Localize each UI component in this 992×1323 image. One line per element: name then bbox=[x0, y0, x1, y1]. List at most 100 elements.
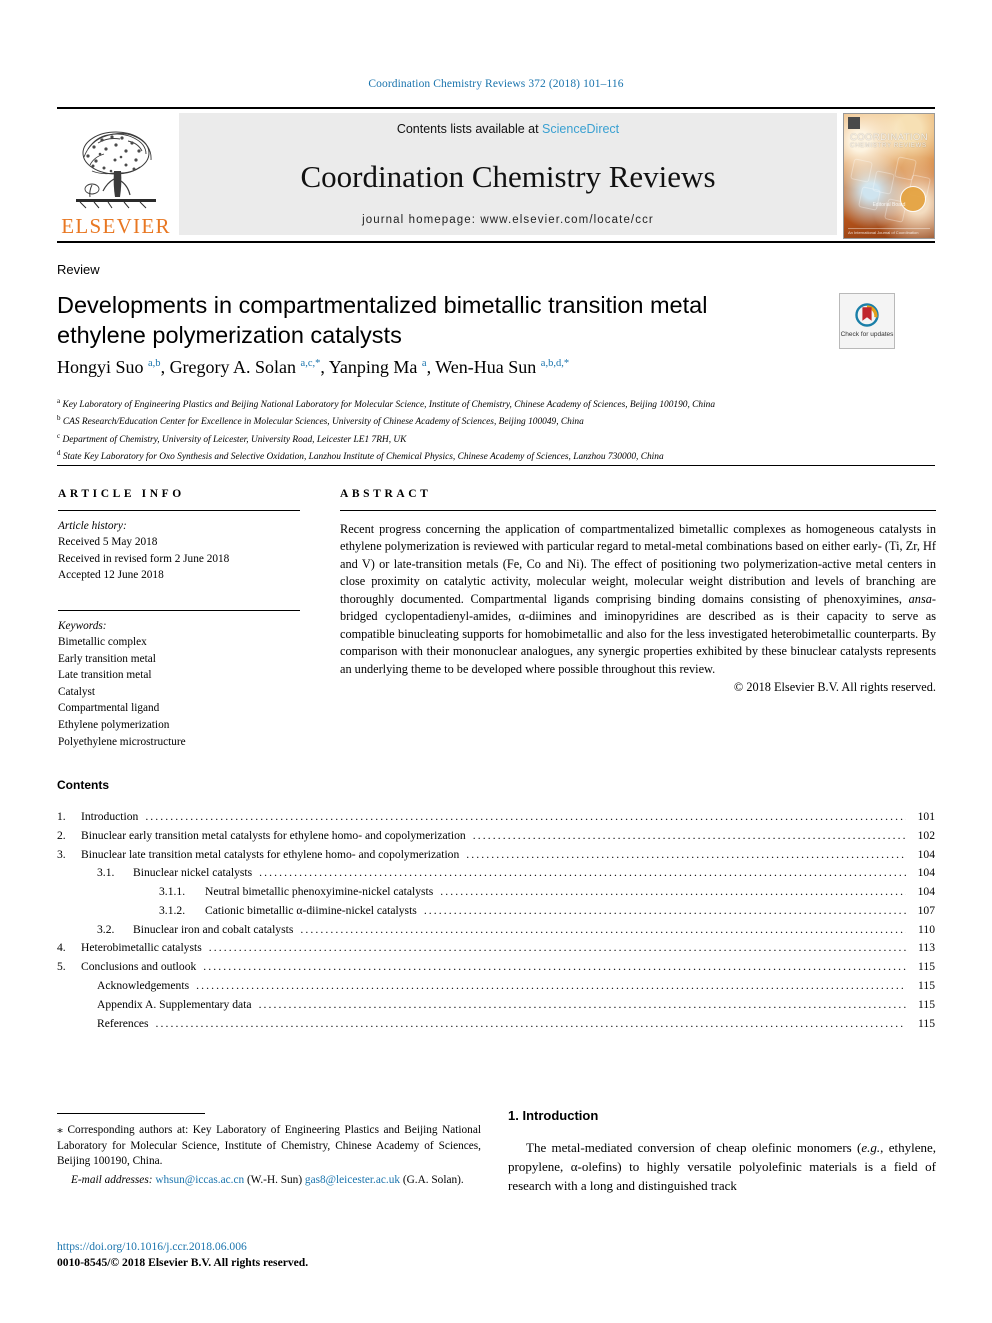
paper-page: Coordination Chemistry Reviews 372 (2018… bbox=[0, 0, 992, 1323]
toc-entry-label: Binuclear early transition metal catalys… bbox=[81, 828, 466, 842]
toc-entry-page: 110 bbox=[918, 922, 935, 936]
toc-entry[interactable]: 5. Conclusions and outlook...............… bbox=[57, 958, 935, 977]
toc-entry[interactable]: 2. Binuclear early transition metal catal… bbox=[57, 827, 935, 846]
toc-entry[interactable]: 3.1.1. Neutral bimetallic phenoxyimine-ni… bbox=[57, 883, 935, 902]
introduction-heading: 1. Introduction bbox=[508, 1108, 599, 1123]
toc-entry[interactable]: 3.1. Binuclear nickel catalysts..........… bbox=[57, 864, 935, 883]
toc-entry-number: 5. bbox=[57, 960, 66, 974]
journal-homepage-link[interactable]: journal homepage: www.elsevier.com/locat… bbox=[362, 214, 654, 226]
footnote-block: ⁎ Corresponding authors at: Key Laborato… bbox=[57, 1113, 481, 1188]
toc-entry-page: 115 bbox=[918, 979, 935, 993]
issn-copyright-line: 0010-8545/© 2018 Elsevier B.V. All right… bbox=[57, 1255, 309, 1269]
cover-footer-text: An International Journal of Coordination… bbox=[848, 228, 930, 236]
info-section-top-rule bbox=[57, 465, 935, 466]
keywords-label: Keywords: bbox=[58, 619, 107, 632]
sciencedirect-link[interactable]: ScienceDirect bbox=[542, 122, 619, 136]
article-history-item: Received in revised form 2 June 2018 bbox=[58, 552, 230, 565]
toc-entry-page: 104 bbox=[917, 866, 935, 880]
toc-entry[interactable]: References..............................… bbox=[57, 1015, 935, 1034]
abstract-column: ABSTRACT Recent progress concerning the … bbox=[340, 488, 936, 695]
toc-entry[interactable]: 3.2. Binuclear iron and cobalt catalysts.… bbox=[57, 921, 935, 940]
introduction-section: 1. Introduction The metal-mediated conve… bbox=[508, 1108, 936, 1196]
toc-entry-label: Appendix A. Supplementary data bbox=[97, 997, 252, 1011]
email-link-solan[interactable]: gas8@leicester.ac.uk bbox=[305, 1174, 400, 1186]
keywords-rule bbox=[58, 609, 300, 611]
cover-title: COORDINATION CHEMISTRY REVIEWS bbox=[850, 133, 930, 149]
toc-entry[interactable]: Appendix A. Supplementary data..........… bbox=[57, 996, 935, 1015]
toc-leader-dots: ........................................… bbox=[196, 979, 906, 993]
cover-center-text: Editorial Board bbox=[872, 202, 906, 208]
toc-entry-page: 115 bbox=[918, 997, 935, 1011]
crossmark-icon bbox=[855, 303, 879, 327]
affiliation-text: Key Laboratory of Engineering Plastics a… bbox=[62, 400, 716, 411]
toc-entry-page: 101 bbox=[917, 810, 935, 823]
toc-entry-label: Introduction bbox=[81, 810, 139, 823]
toc-entry-label: Binuclear nickel catalysts bbox=[133, 866, 253, 880]
contents-available-line: Contents lists available at ScienceDirec… bbox=[397, 122, 619, 136]
affiliation-item: c Department of Chemistry, University of… bbox=[57, 431, 937, 448]
page-title: Developments in compartmentalized bimeta… bbox=[57, 292, 708, 349]
toc-entry-number: 3. bbox=[57, 847, 66, 861]
toc-leader-dots: ........................................… bbox=[203, 960, 906, 974]
toc-entry-number: 3.2. bbox=[97, 922, 115, 936]
author-list: Hongyi Suo a,b, Gregory A. Solan a,c,*, … bbox=[57, 357, 570, 377]
abstract-heading: ABSTRACT bbox=[340, 488, 432, 500]
article-history-label: Article history: bbox=[58, 520, 127, 532]
abstract-copyright: © 2018 Elsevier B.V. All rights reserved… bbox=[733, 680, 936, 695]
toc-entry[interactable]: 4. Heterobimetallic catalysts............… bbox=[57, 939, 935, 958]
affiliation-text: Department of Chemistry, University of L… bbox=[62, 434, 407, 445]
crossmark-label: Check for updates bbox=[840, 331, 894, 339]
affiliation-marker: b bbox=[57, 414, 61, 423]
toc-entry[interactable]: Acknowledgements........................… bbox=[57, 977, 935, 996]
article-history-item: Received 5 May 2018 bbox=[58, 536, 158, 549]
email-addresses-line: E-mail addresses: whsun@iccas.ac.cn (W.-… bbox=[57, 1173, 481, 1189]
table-of-contents: 1. Introduction..........................… bbox=[57, 808, 935, 1033]
toc-leader-dots: ........................................… bbox=[440, 885, 906, 899]
cover-title-sub: CHEMISTRY REVIEWS bbox=[850, 141, 927, 149]
toc-entry-page: 104 bbox=[917, 847, 935, 861]
toc-leader-dots: ........................................… bbox=[423, 903, 906, 917]
elsevier-wordmark: ELSEVIER bbox=[61, 214, 171, 238]
email-owner-sun: (W.-H. Sun) bbox=[246, 1173, 303, 1186]
toc-entry-number: 3.1.2. bbox=[159, 903, 186, 917]
toc-entry-label: Acknowledgements bbox=[97, 979, 190, 993]
toc-entry[interactable]: 3. Binuclear late transition metal cataly… bbox=[57, 846, 935, 865]
running-head: Coordination Chemistry Reviews 372 (2018… bbox=[368, 78, 624, 90]
toc-entry-number: 1. bbox=[57, 810, 66, 823]
journal-band: Contents lists available at ScienceDirec… bbox=[179, 113, 837, 235]
article-info-rule bbox=[58, 510, 300, 511]
toc-entry[interactable]: 1. Introduction..........................… bbox=[57, 808, 935, 827]
toc-entry-label: Cationic bimetallic α-diimine-nickel cat… bbox=[205, 903, 417, 917]
doi-block: https://doi.org/10.1016/j.ccr.2018.06.00… bbox=[57, 1239, 308, 1270]
abstract-text: Recent progress concerning the applicati… bbox=[340, 522, 936, 676]
corresponding-author-note: ⁎ Corresponding authors at: Key Laborato… bbox=[57, 1122, 481, 1168]
abstract-rule bbox=[340, 510, 936, 511]
toc-leader-dots: ........................................… bbox=[300, 922, 906, 936]
elsevier-logo: ELSEVIER bbox=[57, 113, 175, 239]
doi-link[interactable]: https://doi.org/10.1016/j.ccr.2018.06.00… bbox=[57, 1239, 308, 1255]
keyword-item: Compartmental ligand bbox=[58, 702, 160, 715]
toc-entry-label: Binuclear late transition metal catalyst… bbox=[81, 847, 460, 861]
article-info-column: ARTICLE INFO Article history: Received 5… bbox=[58, 488, 300, 750]
article-type: Review bbox=[57, 262, 100, 277]
email-link-sun[interactable]: whsun@iccas.ac.cn bbox=[155, 1174, 244, 1186]
keyword-item: Bimetallic complex bbox=[58, 636, 147, 649]
toc-entry-label: Neutral bimetallic phenoxyimine-nickel c… bbox=[205, 885, 434, 899]
journal-cover-thumbnail: COORDINATION CHEMISTRY REVIEWS Editorial… bbox=[843, 113, 935, 239]
toc-entry-page: 102 bbox=[917, 828, 935, 842]
email-label: E-mail addresses: bbox=[71, 1173, 153, 1186]
cover-publisher-mark bbox=[848, 117, 860, 129]
toc-leader-dots: ........................................… bbox=[258, 997, 906, 1011]
article-info-heading: ARTICLE INFO bbox=[58, 488, 185, 500]
contents-prefix: Contents lists available at bbox=[396, 122, 543, 136]
keyword-item: Ethylene polymerization bbox=[58, 719, 170, 732]
toc-entry-number: 3.1.1. bbox=[159, 885, 186, 899]
email-owner-solan: (G.A. Solan). bbox=[402, 1173, 464, 1186]
article-history-item: Accepted 12 June 2018 bbox=[58, 569, 164, 582]
toc-entry[interactable]: 3.1.2. Cationic bimetallic α-diimine-nick… bbox=[57, 902, 935, 921]
toc-entry-number: 2. bbox=[57, 828, 66, 842]
contents-heading: Contents bbox=[57, 778, 109, 792]
toc-entry-number: 4. bbox=[57, 941, 66, 955]
crossmark-badge[interactable]: Check for updates bbox=[839, 293, 895, 349]
footnote-rule bbox=[57, 1113, 205, 1114]
